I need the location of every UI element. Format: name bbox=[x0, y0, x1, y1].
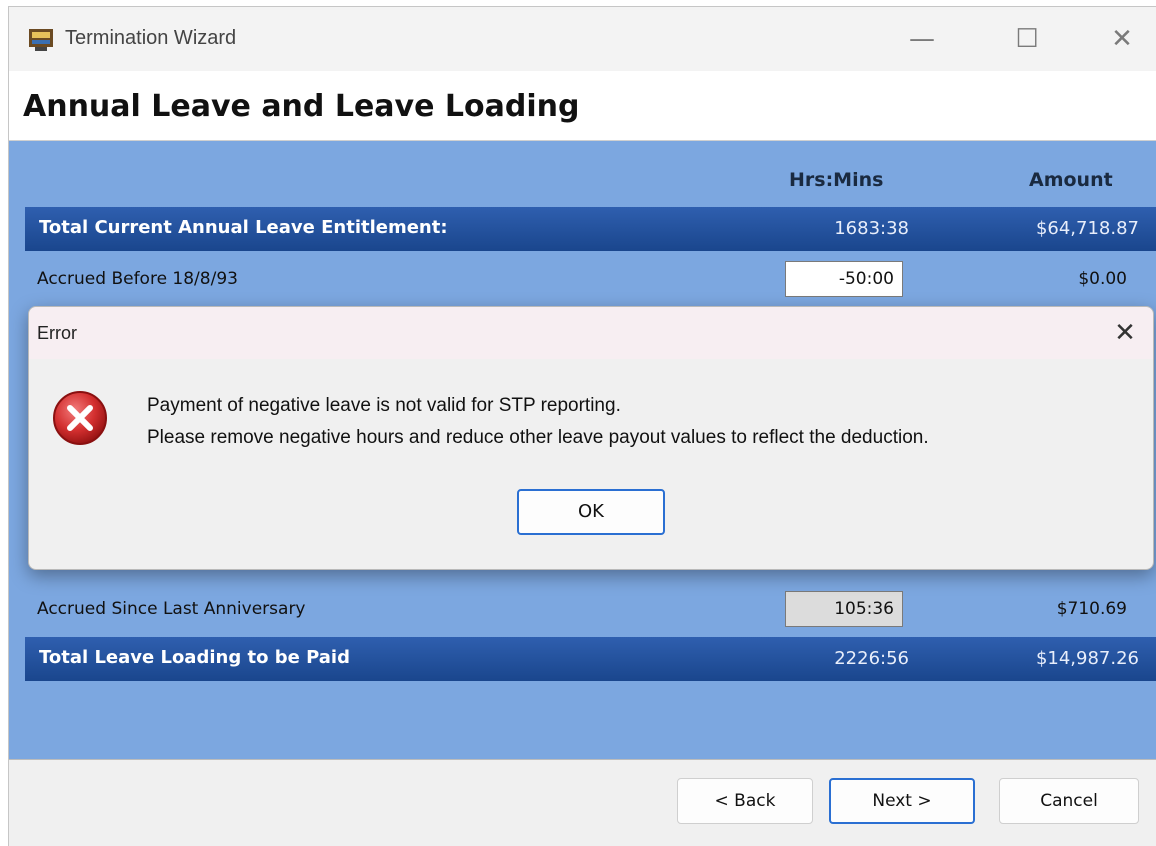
app-icon bbox=[29, 29, 53, 51]
total-entitlement-label: Total Current Annual Leave Entitlement: bbox=[39, 217, 448, 238]
total-loading-label: Total Leave Loading to be Paid bbox=[39, 647, 350, 668]
total-loading-hours: 2226:56 bbox=[834, 648, 909, 669]
accrued-since-label: Accrued Since Last Anniversary bbox=[37, 599, 306, 619]
total-loading-amount: $14,987.26 bbox=[1035, 648, 1139, 669]
column-header-hours: Hrs:Mins bbox=[789, 169, 884, 191]
accrued-before-hours-input[interactable]: -50:00 bbox=[785, 261, 903, 297]
window-title: Termination Wizard bbox=[65, 27, 237, 49]
accrued-before-amount: $0.00 bbox=[1078, 269, 1127, 289]
window-titlebar: Termination Wizard — ☐ ✕ bbox=[9, 7, 1156, 71]
dialog-title: Error bbox=[37, 323, 77, 343]
dialog-message-line1: Payment of negative leave is not valid f… bbox=[147, 395, 621, 416]
wizard-footer: < Back Next > Cancel bbox=[9, 759, 1156, 846]
dialog-close-icon[interactable]: ✕ bbox=[1107, 315, 1143, 351]
total-entitlement-amount: $64,718.87 bbox=[1035, 218, 1139, 239]
error-dialog: Error ✕ Payment of negative leave is not… bbox=[28, 306, 1154, 570]
accrued-since-amount: $710.69 bbox=[1056, 599, 1127, 619]
minimize-icon[interactable]: — bbox=[899, 19, 945, 59]
total-entitlement-row: Total Current Annual Leave Entitlement: … bbox=[25, 207, 1156, 251]
accrued-before-row: Accrued Before 18/8/93 -50:00 $0.00 bbox=[25, 257, 1156, 301]
next-button[interactable]: Next > bbox=[829, 778, 975, 824]
header-band: Annual Leave and Leave Loading bbox=[9, 71, 1156, 141]
dialog-titlebar: Error ✕ bbox=[29, 307, 1153, 359]
close-icon[interactable]: ✕ bbox=[1099, 19, 1145, 59]
column-header-amount: Amount bbox=[1029, 169, 1113, 191]
back-button[interactable]: < Back bbox=[677, 778, 813, 824]
maximize-icon[interactable]: ☐ bbox=[1004, 19, 1050, 59]
page-title: Annual Leave and Leave Loading bbox=[23, 89, 580, 124]
error-icon bbox=[53, 391, 107, 445]
total-entitlement-hours: 1683:38 bbox=[834, 218, 909, 239]
accrued-since-hours-input[interactable]: 105:36 bbox=[785, 591, 903, 627]
dialog-message-line2: Please remove negative hours and reduce … bbox=[147, 427, 929, 448]
accrued-since-row: Accrued Since Last Anniversary 105:36 $7… bbox=[25, 587, 1156, 631]
accrued-before-label: Accrued Before 18/8/93 bbox=[37, 269, 238, 289]
ok-button[interactable]: OK bbox=[517, 489, 665, 535]
cancel-button[interactable]: Cancel bbox=[999, 778, 1139, 824]
total-loading-row: Total Leave Loading to be Paid 2226:56 $… bbox=[25, 637, 1156, 681]
